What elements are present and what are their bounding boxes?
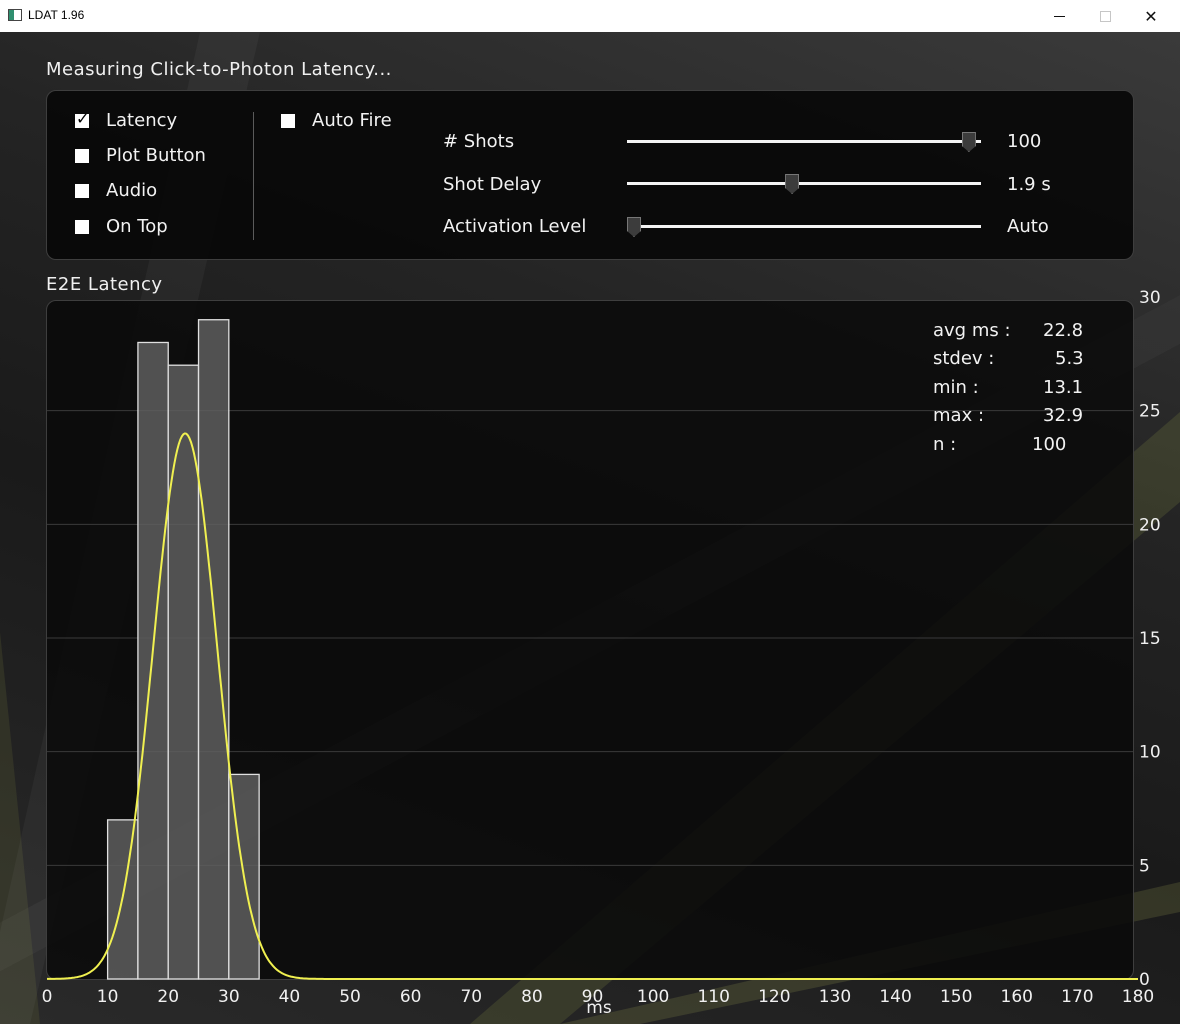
stat-avg-label: avg ms : [933, 320, 1011, 341]
x-tick-label: 70 [460, 987, 482, 1007]
stat-n-value: 100 [1032, 434, 1067, 455]
stat-n-label: n : [933, 434, 957, 455]
x-tick-label: 30 [218, 987, 240, 1007]
stat-avg-value: 22.8 [1043, 320, 1084, 341]
stat-max-value: 32.9 [1043, 405, 1084, 426]
x-axis-label: ms [586, 998, 612, 1018]
x-tick-label: 80 [521, 987, 543, 1007]
histogram-bar [197, 319, 230, 980]
x-tick-label: 150 [940, 987, 972, 1007]
histogram-bar [137, 341, 169, 980]
x-tick-label: 0 [42, 987, 53, 1007]
x-tick-label: 120 [758, 987, 790, 1007]
latency-histogram: 0 10 20 30 40 50 60 70 80 90 100 110 120 130 140 150 160… [42, 288, 1161, 1018]
stat-stdev-value: 5.3 [1055, 348, 1084, 369]
stat-min-value: 13.1 [1043, 377, 1084, 398]
x-tick-label: 160 [1001, 987, 1033, 1007]
x-tick-label: 10 [97, 987, 119, 1007]
y-tick-label: 10 [1139, 743, 1161, 763]
x-tick-label: 50 [339, 987, 361, 1007]
x-tick-label: 110 [697, 987, 729, 1007]
y-tick-label: 20 [1139, 515, 1161, 535]
x-tick-label: 140 [879, 987, 911, 1007]
y-tick-label: 25 [1139, 402, 1161, 422]
x-tick-label: 100 [637, 987, 669, 1007]
stat-min-label: min : [933, 377, 979, 398]
y-tick-label: 0 [1139, 970, 1150, 990]
y-tick-label: 5 [1139, 856, 1150, 876]
stat-max-label: max : [933, 405, 985, 426]
x-tick-label: 60 [400, 987, 422, 1007]
x-tick-label: 20 [157, 987, 179, 1007]
stat-stdev-label: stdev : [933, 348, 995, 369]
x-tick-label: 40 [279, 987, 301, 1007]
x-tick-label: 130 [819, 987, 851, 1007]
y-tick-label: 30 [1139, 288, 1161, 308]
x-tick-label: 170 [1061, 987, 1093, 1007]
y-tick-label: 15 [1139, 629, 1161, 649]
x-tick-label: 180 [1122, 987, 1154, 1007]
